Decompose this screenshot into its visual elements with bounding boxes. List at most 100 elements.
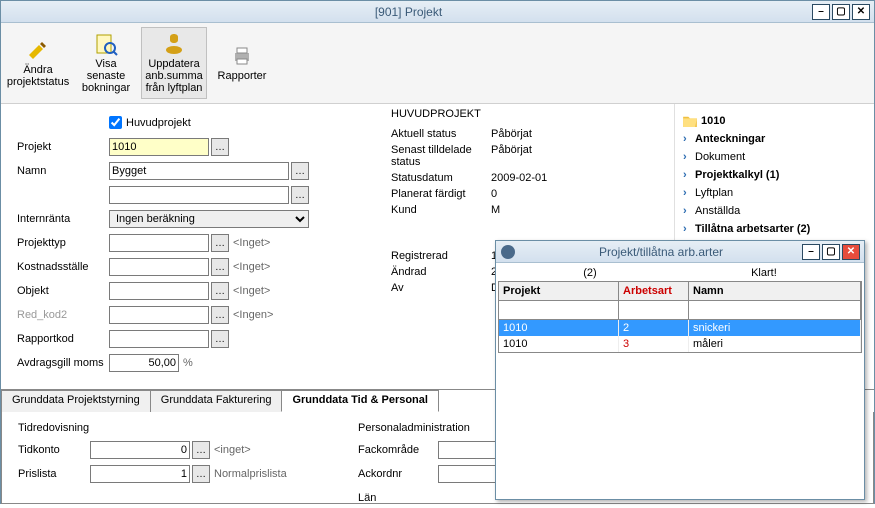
sub-close-button[interactable]: ✕ xyxy=(842,244,860,260)
col-namn[interactable]: Namn xyxy=(689,282,861,300)
objekt-input[interactable] xyxy=(109,282,209,300)
redkod2-pick[interactable]: … xyxy=(211,306,229,324)
chevron-icon: › xyxy=(683,133,691,145)
main-title: [901] Projekt xyxy=(5,5,812,19)
tree-root[interactable]: 1010 xyxy=(683,112,866,130)
sub-status: Klart! xyxy=(751,267,777,279)
namn-label: Namn xyxy=(17,165,109,177)
huvudprojekt-checkbox[interactable] xyxy=(109,116,122,129)
internranta-label: Internränta xyxy=(17,213,109,225)
statusdatum-val: 2009-02-01 xyxy=(491,172,547,184)
tid-header: Tidredovisning xyxy=(18,422,358,434)
objekt-label: Objekt xyxy=(17,285,109,297)
projekt-input[interactable] xyxy=(109,138,209,156)
projekttyp-pick[interactable]: … xyxy=(211,234,229,252)
money-icon xyxy=(162,32,186,56)
printer-icon xyxy=(230,44,254,68)
sub-body: (2) Klart! Projekt Arbetsart Namn 1010 2… xyxy=(496,263,864,355)
show-bookings-button[interactable]: Visa senaste bokningar xyxy=(73,27,139,99)
prislista-hint: Normalprislista xyxy=(214,468,287,480)
namn2-input[interactable] xyxy=(109,186,289,204)
col-projekt[interactable]: Projekt xyxy=(499,282,619,300)
update-sum-button[interactable]: Uppdatera anb.summa från lyftplan xyxy=(141,27,207,99)
reports-button[interactable]: Rapporter xyxy=(209,27,275,99)
close-button[interactable]: ✕ xyxy=(852,4,870,20)
senast-val: Påbörjat xyxy=(491,144,532,168)
col-arbetsart[interactable]: Arbetsart xyxy=(619,282,689,300)
maximize-button[interactable]: ▢ xyxy=(832,4,850,20)
aktuell-label: Aktuell status xyxy=(391,128,491,140)
change-status-button[interactable]: Ändra projektstatus xyxy=(5,27,71,99)
grid-row[interactable]: 1010 3 måleri xyxy=(499,336,861,352)
filter-arbetsart[interactable] xyxy=(619,301,688,319)
ackord-label: Ackordnr xyxy=(358,468,438,480)
info-header: HUVUDPROJEKT xyxy=(391,108,547,120)
tab-fakturering[interactable]: Grunddata Fakturering xyxy=(150,390,283,412)
filter-namn[interactable] xyxy=(689,301,860,319)
tidkonto-hint: <inget> xyxy=(214,444,251,456)
filter-projekt[interactable] xyxy=(499,301,618,319)
senast-label: Senast tilldelade status xyxy=(391,144,491,168)
main-titlebar: [901] Projekt – ▢ ✕ xyxy=(1,1,874,23)
redkod2-label: Red_kod2 xyxy=(17,309,109,321)
tree-item-anteckningar[interactable]: ›Anteckningar xyxy=(683,130,866,148)
chevron-icon: › xyxy=(683,169,691,181)
grid-filter xyxy=(499,301,861,320)
tree-item-dokument[interactable]: ›Dokument xyxy=(683,148,866,166)
tab-tid-personal[interactable]: Grunddata Tid & Personal xyxy=(281,390,439,412)
sub-maximize-button[interactable]: ▢ xyxy=(822,244,840,260)
kostnadsstalle-pick[interactable]: … xyxy=(211,258,229,276)
tidkonto-pick[interactable]: … xyxy=(192,441,210,459)
grid-head: Projekt Arbetsart Namn xyxy=(499,282,861,301)
kostnadsstalle-input[interactable] xyxy=(109,258,209,276)
objekt-hint: <Inget> xyxy=(233,285,270,297)
toolbar: Ändra projektstatus Visa senaste bokning… xyxy=(1,23,874,104)
statusdatum-label: Statusdatum xyxy=(391,172,491,184)
tree: 1010 ›Anteckningar ›Dokument ›Projektkal… xyxy=(683,112,866,238)
prislista-label: Prislista xyxy=(18,468,90,480)
tidkonto-label: Tidkonto xyxy=(18,444,90,456)
namn-input[interactable] xyxy=(109,162,289,180)
rapportkod-pick[interactable]: … xyxy=(211,330,229,348)
projekttyp-hint: <Inget> xyxy=(233,237,270,249)
tree-item-tillatna[interactable]: ›Tillåtna arbetsarter (2) xyxy=(683,220,866,238)
andrad-label: Ändrad xyxy=(391,266,491,278)
objekt-pick[interactable]: … xyxy=(211,282,229,300)
rapportkod-input[interactable] xyxy=(109,330,209,348)
tidkonto-input[interactable] xyxy=(90,441,190,459)
sub-minimize-button[interactable]: – xyxy=(802,244,820,260)
moms-unit: % xyxy=(183,357,193,369)
rapportkod-label: Rapportkod xyxy=(17,333,109,345)
prislista-pick[interactable]: … xyxy=(192,465,210,483)
minimize-button[interactable]: – xyxy=(812,4,830,20)
namn-pick[interactable]: … xyxy=(291,162,309,180)
registrerad-label: Registrerad xyxy=(391,250,491,262)
redkod2-input[interactable] xyxy=(109,306,209,324)
sub-count: (2) xyxy=(583,267,596,279)
grid: Projekt Arbetsart Namn 1010 2 snickeri 1… xyxy=(498,281,862,353)
prislista-input[interactable] xyxy=(90,465,190,483)
kund-val: M xyxy=(491,204,500,216)
huvudprojekt-label: Huvudprojekt xyxy=(126,117,191,129)
kostnadsstalle-hint: <Inget> xyxy=(233,261,270,273)
tab-projektstyrning[interactable]: Grunddata Projektstyrning xyxy=(1,390,151,412)
chevron-icon: › xyxy=(683,151,691,163)
projekttyp-input[interactable] xyxy=(109,234,209,252)
grid-row[interactable]: 1010 2 snickeri xyxy=(499,320,861,336)
namn2-pick[interactable]: … xyxy=(291,186,309,204)
app-icon xyxy=(500,244,516,260)
folder-icon xyxy=(683,115,697,127)
moms-input[interactable] xyxy=(109,354,179,372)
projekt-pick[interactable]: … xyxy=(211,138,229,156)
tree-item-projektkalkyl[interactable]: ›Projektkalkyl (1) xyxy=(683,166,866,184)
av-label: Av xyxy=(391,282,491,294)
aktuell-val: Påbörjat xyxy=(491,128,532,140)
internranta-select[interactable]: Ingen beräkning xyxy=(109,210,309,228)
sub-title: Projekt/tillåtna arb.arter xyxy=(520,245,802,259)
edit-icon xyxy=(26,38,50,62)
sub-window: Projekt/tillåtna arb.arter – ▢ ✕ (2) Kla… xyxy=(495,240,865,500)
tree-item-anstallda[interactable]: ›Anställda xyxy=(683,202,866,220)
tree-item-lyftplan[interactable]: ›Lyftplan xyxy=(683,184,866,202)
planerat-label: Planerat färdigt xyxy=(391,188,491,200)
moms-label: Avdragsgill moms xyxy=(17,357,109,369)
